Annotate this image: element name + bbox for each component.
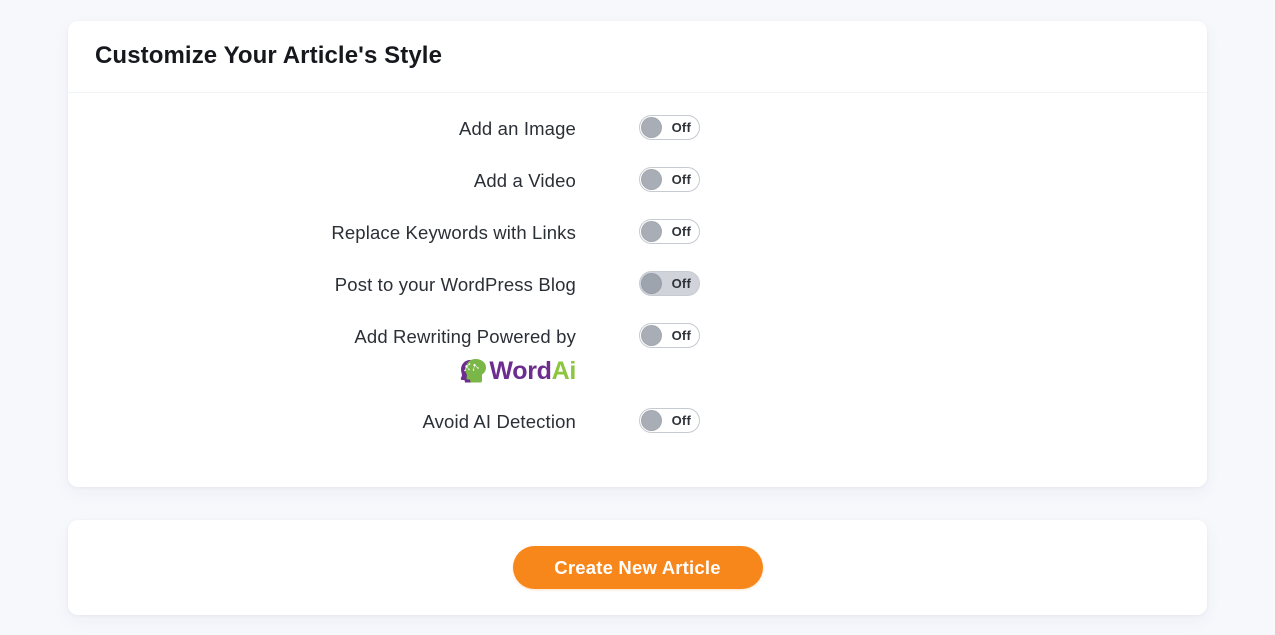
option-row: Add an Image Off <box>68 115 1207 167</box>
page-root: Customize Your Article's Style Add an Im… <box>0 0 1275 635</box>
option-control-cell: Off <box>576 167 756 192</box>
option-label-post-to-wordpress-blog: Post to your WordPress Blog <box>68 271 576 297</box>
option-control-cell: Off <box>576 271 756 296</box>
option-label-cell: Add a Video <box>68 167 576 193</box>
toggle-avoid-ai-detection[interactable]: Off <box>639 408 700 433</box>
wordai-head-icon <box>459 358 486 384</box>
toggle-knob-icon <box>641 221 662 242</box>
option-label-add-a-video: Add a Video <box>68 167 576 193</box>
option-row: Add a Video Off <box>68 167 1207 219</box>
page-title: Customize Your Article's Style <box>95 42 442 71</box>
toggle-state-label: Off <box>672 272 691 295</box>
customize-style-card: Customize Your Article's Style Add an Im… <box>68 21 1207 487</box>
create-new-article-button[interactable]: Create New Article <box>513 546 763 589</box>
option-label-cell: Post to your WordPress Blog <box>68 271 576 297</box>
option-row: Add Rewriting Powered by <box>68 323 1207 408</box>
toggle-post-to-wordpress-blog[interactable]: Off <box>639 271 700 296</box>
toggle-add-rewriting-powered-by[interactable]: Off <box>639 323 700 348</box>
option-label-avoid-ai-detection: Avoid AI Detection <box>68 408 576 434</box>
wordai-logo: WordAi <box>459 358 576 384</box>
option-label-cell: Replace Keywords with Links <box>68 219 576 245</box>
card-header: Customize Your Article's Style <box>68 21 1207 93</box>
toggle-knob-icon <box>641 273 662 294</box>
option-control-cell: Off <box>576 219 756 244</box>
option-label-cell: Add Rewriting Powered by <box>68 323 576 384</box>
option-control-cell: Off <box>576 323 756 348</box>
toggle-state-label: Off <box>672 324 691 347</box>
option-label-cell: Add an Image <box>68 115 576 141</box>
option-row: Replace Keywords with Links Off <box>68 219 1207 271</box>
wordai-logo-wrap: WordAi <box>68 349 576 384</box>
toggle-state-label: Off <box>672 409 691 432</box>
toggle-add-an-image[interactable]: Off <box>639 115 700 140</box>
toggle-add-a-video[interactable]: Off <box>639 167 700 192</box>
toggle-knob-icon <box>641 169 662 190</box>
toggle-knob-icon <box>641 410 662 431</box>
toggle-state-label: Off <box>672 116 691 139</box>
option-control-cell: Off <box>576 115 756 140</box>
option-label-cell: Avoid AI Detection <box>68 408 576 434</box>
toggle-replace-keywords-with-links[interactable]: Off <box>639 219 700 244</box>
option-label-replace-keywords-with-links: Replace Keywords with Links <box>68 219 576 245</box>
toggle-knob-icon <box>641 325 662 346</box>
option-label-add-an-image: Add an Image <box>68 115 576 141</box>
toggle-state-label: Off <box>672 168 691 191</box>
options-list: Add an Image Off Add a Video Of <box>68 93 1207 460</box>
option-row: Avoid AI Detection Off <box>68 408 1207 460</box>
wordai-word-part: Word <box>489 357 551 385</box>
wordai-wordmark: WordAi <box>489 359 576 384</box>
wordai-ai-part: Ai <box>552 357 576 385</box>
action-card: Create New Article <box>68 520 1207 615</box>
toggle-knob-icon <box>641 117 662 138</box>
option-row: Post to your WordPress Blog Off <box>68 271 1207 323</box>
option-control-cell: Off <box>576 408 756 433</box>
option-label-add-rewriting-powered-by: Add Rewriting Powered by <box>68 323 576 349</box>
toggle-state-label: Off <box>672 220 691 243</box>
